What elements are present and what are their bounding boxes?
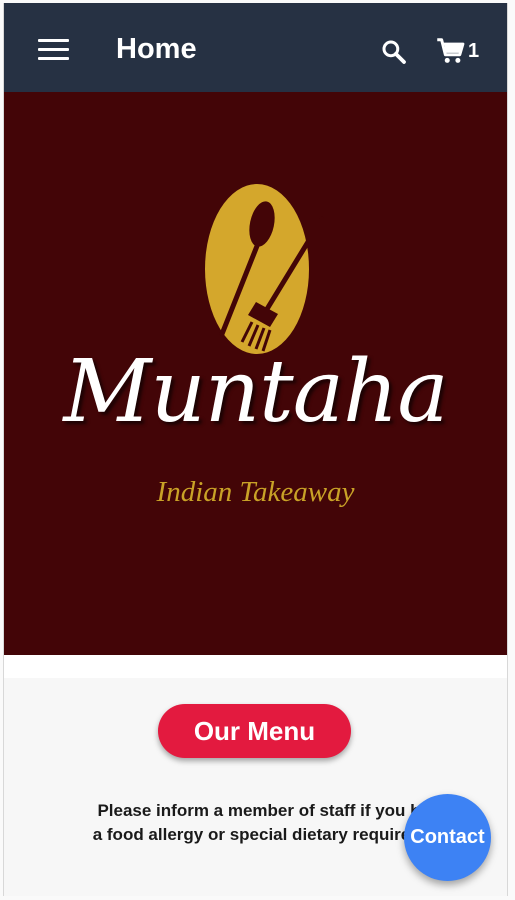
brand-logo-text: Muntaha (63, 342, 448, 442)
cart-count-badge: 1 (468, 40, 480, 62)
hero-banner: Muntaha Indian Takeaway (4, 92, 507, 655)
brand-tagline: Indian Takeaway (156, 476, 355, 508)
search-icon[interactable] (379, 37, 409, 67)
divider (4, 655, 507, 678)
our-menu-button[interactable]: Our Menu (158, 704, 351, 758)
contact-button[interactable]: Contact (404, 794, 491, 881)
app-bar: Home 1 (4, 3, 507, 92)
page-title: Home (116, 33, 197, 65)
hamburger-menu-icon[interactable] (38, 39, 70, 61)
cart-icon[interactable] (436, 37, 468, 65)
app-screen: Home 1 Muntaha Indian Takeaway Our Menu … (3, 3, 508, 896)
